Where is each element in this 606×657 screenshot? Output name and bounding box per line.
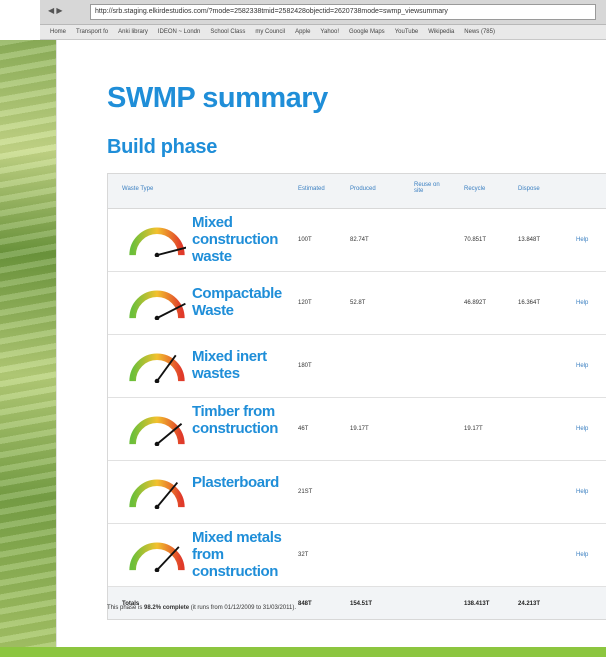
table-row: Mixed metals from construction 32T Help <box>108 524 606 587</box>
page-title: SWMP summary <box>107 82 328 114</box>
waste-type-link[interactable]: Compactable Waste <box>192 285 290 319</box>
phase-status: This phase is 98.2% complete (it runs fr… <box>107 605 296 611</box>
header-dispose: Dispose <box>518 186 540 192</box>
header-estimated: Estimated <box>298 186 325 192</box>
footer-green-bar <box>0 647 606 657</box>
help-link[interactable]: Help <box>576 489 588 495</box>
waste-type-link[interactable]: Plasterboard <box>192 474 290 491</box>
waste-type-link[interactable]: Mixed inert wastes <box>192 348 290 382</box>
bookmark-item[interactable]: Google Maps <box>349 29 385 35</box>
cell-estimated: 180T <box>298 363 312 369</box>
waste-type-link[interactable]: Mixed construction waste <box>192 214 290 265</box>
performance-gauge-icon <box>129 227 186 257</box>
cell-dispose: 13.848T <box>518 237 541 243</box>
table-row: Mixed construction waste 100T 82.74T 70.851… <box>108 209 606 272</box>
bookmark-item[interactable]: Transport fo <box>76 29 108 35</box>
swmp-table: Waste Type Estimated Produced Reuse on s… <box>107 173 606 620</box>
cell-produced: 52.8T <box>350 300 366 306</box>
waste-type-link[interactable]: Timber from construction <box>192 403 290 437</box>
help-link[interactable]: Help <box>576 363 588 369</box>
bookmark-item[interactable]: Home <box>50 29 66 35</box>
cell-recycle: 46.892T <box>464 300 487 306</box>
performance-gauge-icon <box>129 290 186 320</box>
totals-dispose: 24.213T <box>518 601 541 607</box>
performance-gauge-icon <box>129 479 185 509</box>
cell-produced: 82.74T <box>350 237 369 243</box>
section-title: Build phase <box>107 136 218 158</box>
help-link[interactable]: Help <box>576 300 588 306</box>
help-link[interactable]: Help <box>576 237 588 243</box>
bookmark-item[interactable]: Wikipedia <box>428 29 454 35</box>
performance-gauge-icon <box>129 542 185 572</box>
address-bar[interactable]: http://srb.staging.elkirdestudios.com/?m… <box>90 4 596 20</box>
table-row: Plasterboard 21ST Help <box>108 461 606 524</box>
help-link[interactable]: Help <box>576 426 588 432</box>
header-reuse: Reuse on site <box>414 182 440 194</box>
performance-gauge-icon <box>129 416 185 446</box>
cell-estimated: 32T <box>298 552 309 558</box>
bookmark-item[interactable]: Apple <box>295 29 310 35</box>
totals-row: Totals 848T 154.51T 138.413T 24.213T <box>108 587 606 619</box>
bookmark-item[interactable]: IDEON ~ Londn <box>158 29 201 35</box>
bookmark-item[interactable]: Yahoo! <box>320 29 339 35</box>
bookmarks-bar: Home Transport fo Anki library IDEON ~ Lond… <box>40 25 606 40</box>
browser-toolbar: ◀ ▶ http://srb.staging.elkirdestudios.co… <box>40 0 606 25</box>
status-suffix: (it runs from 01/12/2009 to 31/03/2011). <box>190 605 297 611</box>
header-waste-type: Waste Type <box>122 186 154 192</box>
cell-estimated: 100T <box>298 237 312 243</box>
bookmark-item[interactable]: YouTube <box>395 29 419 35</box>
status-percent: 98.2% complete <box>144 605 190 611</box>
bookmark-item[interactable]: School Class <box>210 29 245 35</box>
cell-estimated: 46T <box>298 426 309 432</box>
waste-type-link[interactable]: Mixed metals from construction <box>192 529 290 580</box>
bookmark-item[interactable]: Anki library <box>118 29 148 35</box>
background-photo-edge <box>0 40 56 650</box>
cell-estimated: 120T <box>298 300 312 306</box>
table-row: Mixed inert wastes 180T Help <box>108 335 606 398</box>
back-forward-icon[interactable]: ◀ ▶ <box>48 6 63 15</box>
help-link[interactable]: Help <box>576 552 588 558</box>
cell-estimated: 21ST <box>298 489 313 495</box>
cell-recycle: 70.851T <box>464 237 487 243</box>
page-content: SWMP summary Build phase Waste Type Esti… <box>56 40 606 651</box>
totals-produced: 154.51T <box>350 601 373 607</box>
bookmark-item[interactable]: News (785) <box>464 29 495 35</box>
header-recycle: Recycle <box>464 186 486 192</box>
status-prefix: This phase is <box>107 605 143 611</box>
table-row: Timber from construction 46T 19.17T 19.17T H… <box>108 398 606 461</box>
cell-produced: 19.17T <box>350 426 369 432</box>
bookmark-item[interactable]: my Council <box>255 29 285 35</box>
table-row: Compactable Waste 120T 52.8T 46.892T 16.364T… <box>108 272 606 335</box>
performance-gauge-icon <box>129 353 185 383</box>
totals-estimated: 848T <box>298 601 312 607</box>
table-header: Waste Type Estimated Produced Reuse on s… <box>108 174 606 209</box>
header-produced: Produced <box>350 186 376 192</box>
cell-recycle: 19.17T <box>464 426 483 432</box>
totals-recycle: 138.413T <box>464 601 490 607</box>
cell-dispose: 16.364T <box>518 300 541 306</box>
